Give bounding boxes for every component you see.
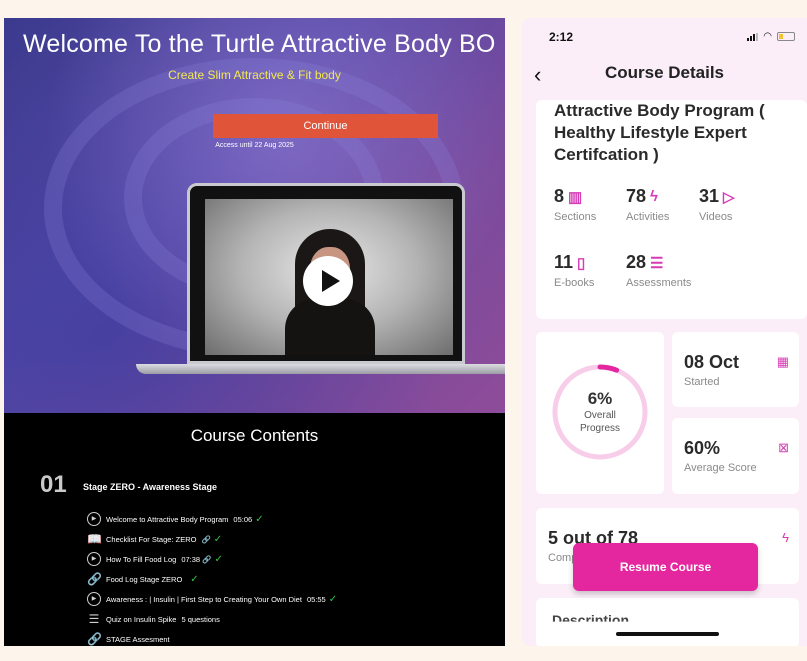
course-title: Attractive Body Program ( Healthy Lifest… bbox=[554, 101, 765, 164]
course-contents: Course Contents 01 Stage ZERO - Awarenes… bbox=[4, 413, 505, 646]
progress-label: Progress bbox=[579, 423, 620, 434]
lesson-item[interactable]: ▶ How To Fill Food Log 07:38 🔗 ✓ bbox=[87, 549, 337, 569]
continue-button[interactable]: Continue bbox=[213, 114, 438, 138]
hero-banner: Welcome To the Turtle Attractive Body BO… bbox=[4, 18, 505, 413]
access-until-text: Access until 22 Aug 2025 bbox=[215, 142, 294, 149]
section-number: 01 bbox=[40, 471, 67, 498]
lesson-title: Checklist For Stage: ZERO bbox=[106, 534, 197, 544]
stat-value: 28 bbox=[626, 252, 647, 272]
link-icon: 🔗 bbox=[87, 572, 102, 586]
stat-sections: 8 ▥ Sections bbox=[554, 186, 634, 223]
hero-title: Welcome To the Turtle Attractive Body BO bbox=[23, 30, 496, 58]
book-icon: ▯ bbox=[577, 254, 586, 272]
play-circle-icon: ▶ bbox=[87, 592, 101, 606]
play-circle-icon: ▶ bbox=[87, 512, 101, 526]
stat-assessments: 28 ☰ Assessments bbox=[626, 252, 706, 289]
check-icon: ✓ bbox=[214, 553, 223, 565]
laptop-frame bbox=[187, 183, 465, 364]
stat-videos: 31 ▷ Videos bbox=[699, 186, 779, 223]
video-player[interactable] bbox=[205, 199, 453, 355]
check-icon: ✓ bbox=[255, 513, 264, 525]
lesson-duration: 05:55 bbox=[306, 594, 326, 604]
check-icon: ✓ bbox=[328, 593, 338, 605]
link-icon: 🔗 bbox=[87, 632, 102, 646]
home-indicator bbox=[616, 632, 719, 636]
stat-label: Videos bbox=[699, 211, 733, 223]
stat-label: E-books bbox=[554, 277, 595, 289]
average-score: 60% bbox=[684, 438, 721, 458]
lesson-title: STAGE Assesment bbox=[106, 634, 170, 644]
progress-label: Overall bbox=[584, 410, 616, 421]
started-date-card: 08 Oct Started ▦ bbox=[672, 332, 799, 407]
average-score-label: Average Score bbox=[684, 462, 757, 474]
wifi-icon: ◠ bbox=[763, 31, 772, 42]
stat-label: Sections bbox=[554, 211, 597, 223]
lesson-title: Welcome to Attractive Body Program bbox=[106, 514, 229, 524]
mobile-course-details: 2:12 ◠ ‹ Course Details Attractive Body … bbox=[522, 18, 807, 646]
check-icon: ✓ bbox=[213, 533, 223, 545]
course-contents-heading: Course Contents bbox=[190, 426, 319, 445]
lightning-icon: ϟ bbox=[650, 188, 658, 205]
stat-ebooks: 11 ▯ E-books bbox=[554, 252, 634, 289]
stat-activities: 78 ϟ Activities bbox=[626, 186, 706, 223]
description-card: Description bbox=[536, 598, 799, 646]
hero-subtitle: Create Slim Attractive & Fit body bbox=[168, 68, 341, 82]
lesson-title: How To Fill Food Log bbox=[106, 554, 177, 564]
web-course-page: Welcome To the Turtle Attractive Body BO… bbox=[4, 18, 505, 646]
section-title[interactable]: Stage ZERO - Awareness Stage bbox=[83, 482, 217, 492]
quiz-icon: ☰ bbox=[88, 612, 100, 626]
checklist-icon: ☰ bbox=[650, 254, 664, 272]
play-icon: ▷ bbox=[723, 188, 735, 206]
started-date: 08 Oct bbox=[684, 352, 740, 372]
lesson-title: Food Log Stage ZERO bbox=[106, 574, 183, 584]
percent-icon: ⊠ bbox=[778, 440, 789, 455]
started-label: Started bbox=[684, 376, 720, 388]
check-icon: ✓ bbox=[190, 573, 199, 585]
stat-label: Assessments bbox=[626, 277, 692, 289]
lesson-item[interactable]: 🔗 Food Log Stage ZERO ✓ bbox=[87, 569, 337, 589]
lesson-item[interactable]: ▶ Welcome to Attractive Body Program 05:… bbox=[87, 509, 337, 529]
play-circle-icon: ▶ bbox=[87, 552, 101, 566]
lesson-duration: 🔗 bbox=[201, 534, 211, 544]
average-score-card: 60% Average Score ⊠ bbox=[672, 418, 799, 494]
lesson-item[interactable]: 📖 Checklist For Stage: ZERO 🔗 ✓ bbox=[87, 529, 337, 549]
signal-icon bbox=[747, 32, 759, 41]
stat-value: 8 bbox=[554, 186, 565, 206]
lesson-title: Awareness : | Insulin | First Step to Cr… bbox=[106, 594, 302, 604]
book-icon: 📖 bbox=[87, 532, 102, 546]
lesson-duration: 05:06 bbox=[233, 514, 253, 524]
lesson-list: ▶ Welcome to Attractive Body Program 05:… bbox=[87, 509, 337, 646]
nav-bar: ‹ Course Details bbox=[522, 54, 807, 94]
columns-icon: ▥ bbox=[568, 188, 583, 206]
calendar-icon: ▦ bbox=[776, 354, 789, 369]
play-video-button[interactable] bbox=[303, 256, 353, 306]
progress-percent: 6% bbox=[587, 389, 613, 408]
laptop-base bbox=[136, 364, 505, 374]
battery-icon bbox=[777, 32, 795, 41]
stat-label: Activities bbox=[626, 211, 670, 223]
lesson-item[interactable]: 🔗 STAGE Assesment bbox=[87, 629, 337, 646]
page-title: Course Details bbox=[604, 63, 725, 82]
stat-value: 31 bbox=[699, 186, 720, 206]
course-summary-card: Attractive Body Program ( Healthy Lifest… bbox=[536, 100, 807, 319]
resume-course-button[interactable]: Resume Course bbox=[573, 543, 758, 591]
lesson-item[interactable]: ☰ Quiz on Insulin Spike 5 questions bbox=[87, 609, 337, 629]
overall-progress-card: 6% Overall Progress bbox=[536, 332, 664, 494]
lightning-icon: ϟ bbox=[782, 530, 789, 545]
description-heading: Description bbox=[552, 612, 630, 628]
status-bar: 2:12 ◠ bbox=[522, 18, 807, 54]
lesson-duration: 07:38 🔗 bbox=[181, 554, 212, 564]
stat-value: 11 bbox=[554, 252, 574, 272]
lesson-title: Quiz on Insulin Spike bbox=[106, 614, 177, 624]
screenshot-stage: Welcome To the Turtle Attractive Body BO… bbox=[0, 0, 807, 661]
lesson-duration: 5 questions bbox=[181, 614, 220, 624]
lesson-item[interactable]: ▶ Awareness : | Insulin | First Step to … bbox=[87, 589, 337, 609]
status-time: 2:12 bbox=[549, 30, 574, 44]
stat-value: 78 bbox=[626, 186, 647, 206]
